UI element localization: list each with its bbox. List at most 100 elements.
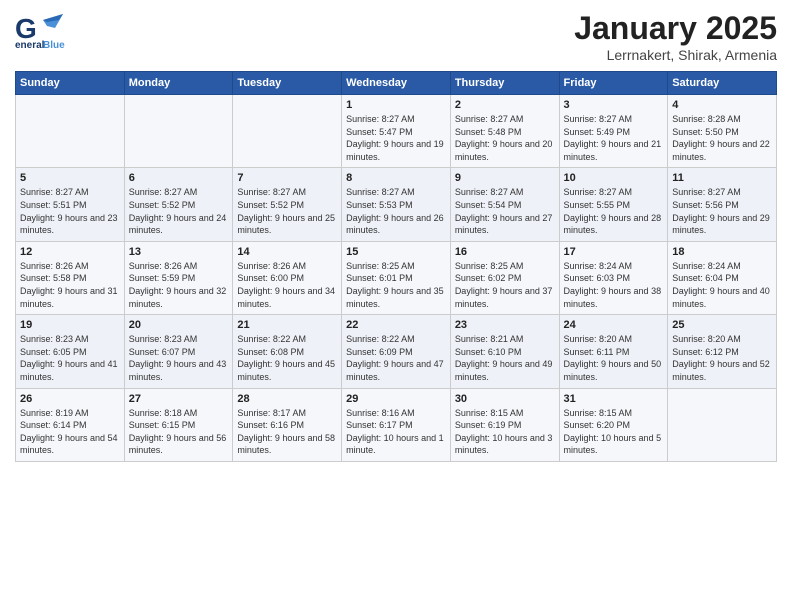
calendar-cell: 30 Sunrise: 8:15 AM Sunset: 6:19 PM Dayli… [450,388,559,461]
day-info: Sunrise: 8:27 AM Sunset: 5:55 PM Dayligh… [564,186,664,236]
day-info: Sunrise: 8:27 AM Sunset: 5:52 PM Dayligh… [237,186,337,236]
day-info: Sunrise: 8:27 AM Sunset: 5:56 PM Dayligh… [672,186,772,236]
weekday-header-row: SundayMondayTuesdayWednesdayThursdayFrid… [16,72,777,95]
day-number: 18 [672,246,772,258]
calendar-week-row: 12 Sunrise: 8:26 AM Sunset: 5:58 PM Dayli… [16,241,777,314]
day-number: 13 [129,246,229,258]
calendar-cell: 25 Sunrise: 8:20 AM Sunset: 6:12 PM Dayli… [668,315,777,388]
calendar-cell: 23Sunrise: 8:21 AM Sunset: 6:10 PM Dayli… [450,315,559,388]
calendar-week-row: 26 Sunrise: 8:19 AM Sunset: 6:14 PM Dayli… [16,388,777,461]
day-info: Sunrise: 8:25 AM Sunset: 6:02 PM Dayligh… [455,260,555,310]
day-info: Sunrise: 8:25 AM Sunset: 6:01 PM Dayligh… [346,260,446,310]
day-info: Sunrise: 8:19 AM Sunset: 6:14 PM Dayligh… [20,407,120,457]
day-number: 8 [346,172,446,184]
calendar-cell: 5 Sunrise: 8:27 AM Sunset: 5:51 PM Daylig… [16,168,125,241]
day-info: Sunrise: 8:16 AM Sunset: 6:17 PM Dayligh… [346,407,446,457]
day-info: Sunrise: 8:21 AM Sunset: 6:10 PM Dayligh… [455,333,555,383]
day-info: Sunrise: 8:24 AM Sunset: 6:03 PM Dayligh… [564,260,664,310]
day-number: 17 [564,246,664,258]
calendar-cell [124,95,233,168]
logo: G eneral Blue [15,10,65,50]
weekday-header-thursday: Thursday [450,72,559,95]
day-number: 30 [455,393,555,405]
day-number: 11 [672,172,772,184]
calendar-cell: 15Sunrise: 8:25 AM Sunset: 6:01 PM Dayli… [342,241,451,314]
day-number: 31 [564,393,664,405]
weekday-header-saturday: Saturday [668,72,777,95]
day-info: Sunrise: 8:18 AM Sunset: 6:15 PM Dayligh… [129,407,229,457]
day-number: 19 [20,319,120,331]
calendar-cell: 13 Sunrise: 8:26 AM Sunset: 5:59 PM Dayli… [124,241,233,314]
calendar-cell: 9 Sunrise: 8:27 AM Sunset: 5:54 PM Daylig… [450,168,559,241]
calendar-cell: 16Sunrise: 8:25 AM Sunset: 6:02 PM Dayli… [450,241,559,314]
calendar-table: SundayMondayTuesdayWednesdayThursdayFrid… [15,71,777,462]
calendar-week-row: 5 Sunrise: 8:27 AM Sunset: 5:51 PM Daylig… [16,168,777,241]
day-number: 10 [564,172,664,184]
day-info: Sunrise: 8:24 AM Sunset: 6:04 PM Dayligh… [672,260,772,310]
day-info: Sunrise: 8:23 AM Sunset: 6:05 PM Dayligh… [20,333,120,383]
weekday-header-tuesday: Tuesday [233,72,342,95]
calendar-cell: 24 Sunrise: 8:20 AM Sunset: 6:11 PM Dayli… [559,315,668,388]
calendar-cell: 29 Sunrise: 8:16 AM Sunset: 6:17 PM Dayli… [342,388,451,461]
day-number: 12 [20,246,120,258]
day-number: 22 [346,319,446,331]
calendar-cell: 28Sunrise: 8:17 AM Sunset: 6:16 PM Dayli… [233,388,342,461]
day-number: 29 [346,393,446,405]
weekday-header-friday: Friday [559,72,668,95]
day-number: 25 [672,319,772,331]
calendar-cell: 19 Sunrise: 8:23 AM Sunset: 6:05 PM Dayli… [16,315,125,388]
page-container: G eneral Blue January 2025 Lerrnakert, S… [0,0,792,472]
day-info: Sunrise: 8:22 AM Sunset: 6:08 PM Dayligh… [237,333,337,383]
day-number: 14 [237,246,337,258]
location-subtitle: Lerrnakert, Shirak, Armenia [574,47,777,63]
day-info: Sunrise: 8:15 AM Sunset: 6:20 PM Dayligh… [564,407,664,457]
calendar-cell: 20Sunrise: 8:23 AM Sunset: 6:07 PM Dayli… [124,315,233,388]
day-number: 2 [455,99,555,111]
day-info: Sunrise: 8:20 AM Sunset: 6:11 PM Dayligh… [564,333,664,383]
day-info: Sunrise: 8:27 AM Sunset: 5:47 PM Dayligh… [346,113,446,163]
calendar-cell [16,95,125,168]
day-info: Sunrise: 8:27 AM Sunset: 5:48 PM Dayligh… [455,113,555,163]
calendar-cell: 3 Sunrise: 8:27 AM Sunset: 5:49 PM Daylig… [559,95,668,168]
calendar-week-row: 19 Sunrise: 8:23 AM Sunset: 6:05 PM Dayli… [16,315,777,388]
calendar-cell [233,95,342,168]
day-number: 26 [20,393,120,405]
calendar-cell: 12 Sunrise: 8:26 AM Sunset: 5:58 PM Dayli… [16,241,125,314]
day-info: Sunrise: 8:27 AM Sunset: 5:51 PM Dayligh… [20,186,120,236]
day-number: 7 [237,172,337,184]
month-title: January 2025 [574,10,777,47]
day-info: Sunrise: 8:26 AM Sunset: 6:00 PM Dayligh… [237,260,337,310]
weekday-header-wednesday: Wednesday [342,72,451,95]
calendar-cell: 4Sunrise: 8:28 AM Sunset: 5:50 PM Daylig… [668,95,777,168]
day-number: 1 [346,99,446,111]
day-info: Sunrise: 8:15 AM Sunset: 6:19 PM Dayligh… [455,407,555,457]
calendar-cell: 11 Sunrise: 8:27 AM Sunset: 5:56 PM Dayli… [668,168,777,241]
header: G eneral Blue January 2025 Lerrnakert, S… [15,10,777,63]
calendar-cell: 1 Sunrise: 8:27 AM Sunset: 5:47 PM Daylig… [342,95,451,168]
day-number: 5 [20,172,120,184]
calendar-cell: 26 Sunrise: 8:19 AM Sunset: 6:14 PM Dayli… [16,388,125,461]
day-info: Sunrise: 8:17 AM Sunset: 6:16 PM Dayligh… [237,407,337,457]
day-number: 3 [564,99,664,111]
calendar-cell: 14 Sunrise: 8:26 AM Sunset: 6:00 PM Dayli… [233,241,342,314]
day-number: 24 [564,319,664,331]
calendar-cell [668,388,777,461]
calendar-cell: 6 Sunrise: 8:27 AM Sunset: 5:52 PM Daylig… [124,168,233,241]
svg-text:eneral: eneral [15,40,45,50]
day-number: 6 [129,172,229,184]
calendar-cell: 10 Sunrise: 8:27 AM Sunset: 5:55 PM Dayli… [559,168,668,241]
day-info: Sunrise: 8:27 AM Sunset: 5:54 PM Dayligh… [455,186,555,236]
day-number: 9 [455,172,555,184]
calendar-cell: 31 Sunrise: 8:15 AM Sunset: 6:20 PM Dayli… [559,388,668,461]
day-info: Sunrise: 8:27 AM Sunset: 5:49 PM Dayligh… [564,113,664,163]
day-number: 21 [237,319,337,331]
calendar-cell: 27 Sunrise: 8:18 AM Sunset: 6:15 PM Dayli… [124,388,233,461]
day-info: Sunrise: 8:26 AM Sunset: 5:59 PM Dayligh… [129,260,229,310]
day-info: Sunrise: 8:20 AM Sunset: 6:12 PM Dayligh… [672,333,772,383]
day-info: Sunrise: 8:27 AM Sunset: 5:52 PM Dayligh… [129,186,229,236]
day-info: Sunrise: 8:27 AM Sunset: 5:53 PM Dayligh… [346,186,446,236]
day-info: Sunrise: 8:26 AM Sunset: 5:58 PM Dayligh… [20,260,120,310]
logo-icon: G eneral Blue [15,10,65,50]
day-number: 27 [129,393,229,405]
calendar-week-row: 1 Sunrise: 8:27 AM Sunset: 5:47 PM Daylig… [16,95,777,168]
